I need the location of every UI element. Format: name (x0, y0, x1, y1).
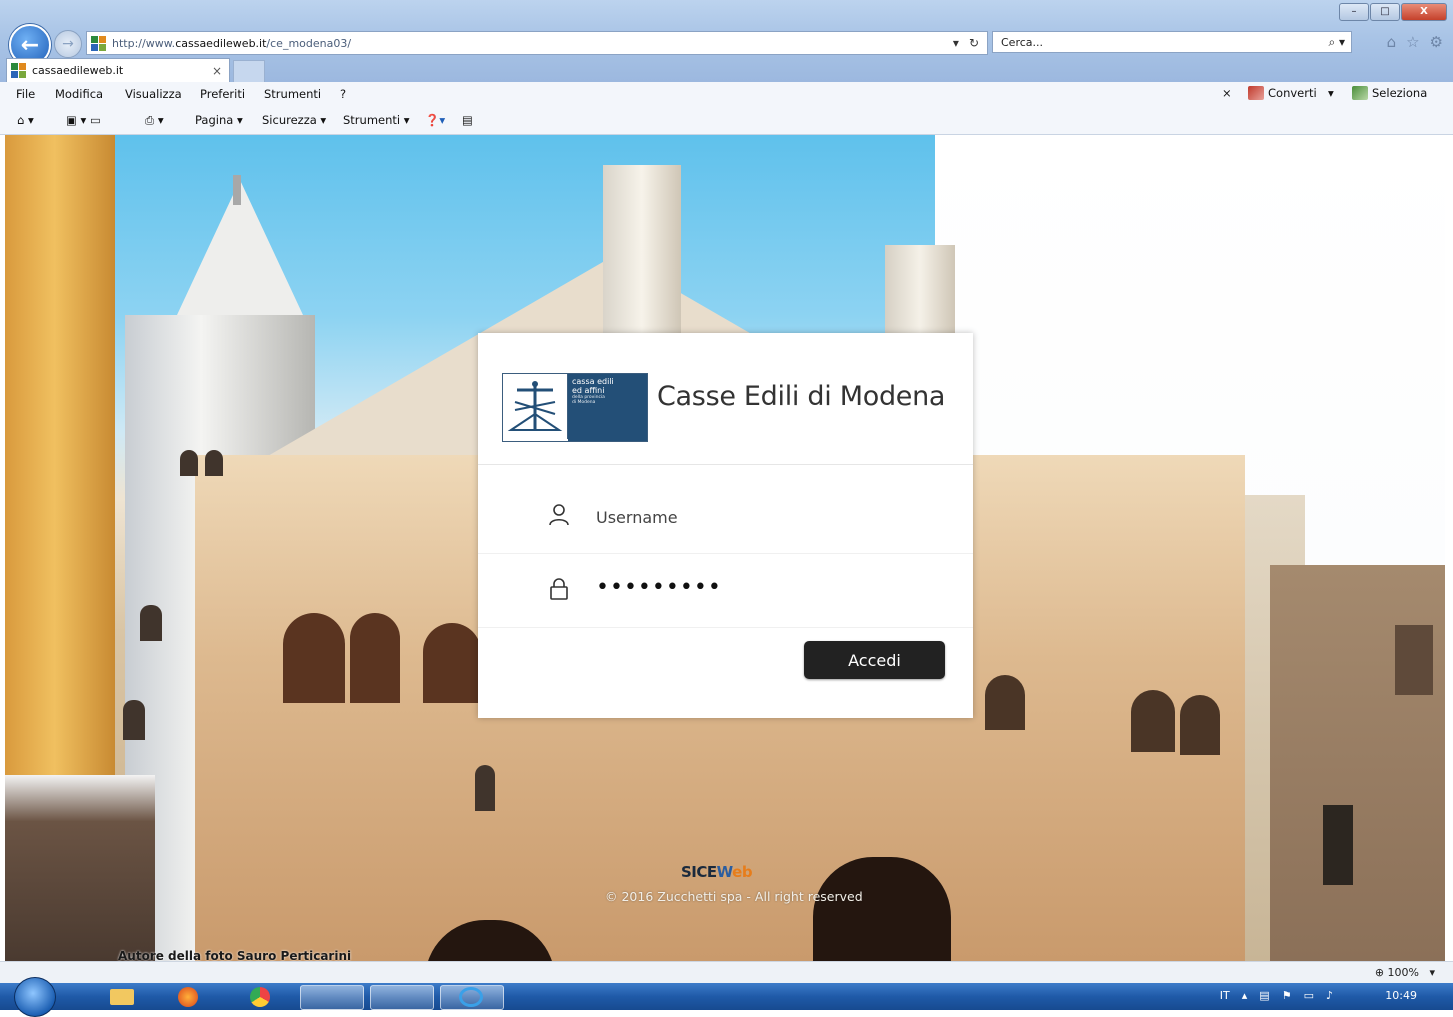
pagina-menu[interactable]: Pagina ▾ (195, 113, 243, 127)
print-icon[interactable]: ⎙ ▾ (145, 113, 164, 128)
select-icon (1352, 86, 1368, 100)
command-bar: ⌂ ▾ ▣ ▾ ▭ ⎙ ▾ Pagina ▾ Sicurezza ▾ Strum… (0, 106, 1453, 135)
tab-title: cassaedileweb.it (32, 64, 124, 77)
chrome-taskbar-icon[interactable] (240, 985, 284, 1008)
app2-taskbar-icon[interactable] (370, 985, 434, 1010)
zoom-icon: ⊕ (1374, 966, 1388, 979)
explorer-taskbar-icon[interactable] (100, 985, 144, 1008)
gear-icon[interactable]: ⚙ (1430, 33, 1443, 51)
clock[interactable]: 10:49 (1385, 989, 1417, 1002)
favorites-star-icon[interactable]: ☆ (1406, 33, 1419, 51)
emblem-icon (503, 374, 568, 439)
sicurezza-menu[interactable]: Sicurezza ▾ (262, 113, 326, 127)
password-field[interactable]: ••••••••• (478, 555, 973, 628)
username-field[interactable]: Username (478, 481, 973, 554)
help-icon[interactable]: ❓▾ (425, 113, 445, 127)
language-indicator[interactable]: IT (1220, 989, 1230, 1002)
menu-file[interactable]: File (16, 87, 35, 101)
home-icon[interactable]: ⌂ (1387, 33, 1397, 51)
login-header: cassa edili ed affini della provincia di… (478, 333, 973, 465)
search-icon[interactable]: ⌕ ▾ (1328, 35, 1345, 50)
zoom-control[interactable]: ⊕ 100% ▾ (1375, 966, 1435, 979)
accedi-button[interactable]: Accedi (804, 641, 945, 679)
browser-tab[interactable]: cassaedileweb.it × (6, 58, 230, 82)
tray-arrow-icon[interactable]: ▴ (1242, 989, 1248, 1002)
converti-button[interactable]: Converti ▾ (1248, 86, 1334, 100)
password-input[interactable]: ••••••••• (596, 575, 722, 600)
menu-visualizza[interactable]: Visualizza (125, 87, 182, 101)
status-bar: ⊕ 100% ▾ (0, 961, 1453, 984)
maximize-button[interactable]: □ (1370, 3, 1400, 21)
new-tab-button[interactable] (233, 60, 265, 83)
start-button[interactable] (14, 977, 56, 1017)
cassa-edile-logo: cassa edili ed affini della provincia di… (502, 373, 648, 442)
strumenti-menu[interactable]: Strumenti ▾ (343, 113, 410, 127)
pdf-convert-icon (1248, 86, 1264, 100)
taskbar: IT ▴ ▤ ⚑ ▭ ♪ 10:49 (0, 977, 1453, 1017)
address-url[interactable]: http://www.cassaedileweb.it/ce_modena03/ (112, 37, 953, 50)
lock-icon (550, 578, 568, 600)
menu-preferiti[interactable]: Preferiti (200, 87, 245, 101)
login-card: cassa edili ed affini della provincia di… (478, 333, 973, 718)
close-tab-icon[interactable]: × (212, 64, 222, 78)
volume-icon[interactable]: ♪ (1326, 989, 1333, 1002)
username-input[interactable]: Username (596, 508, 678, 527)
arrow-left-icon: ← (20, 32, 40, 58)
home-page-icon[interactable]: ⌂ ▾ (17, 113, 34, 127)
search-box[interactable]: Cerca... ⌕ ▾ (992, 31, 1352, 53)
firefox-taskbar-icon[interactable] (168, 985, 212, 1008)
site-favicon-icon (91, 35, 106, 51)
siceweb-logo: SICEWeb (681, 863, 753, 881)
user-icon (549, 504, 569, 526)
browser-titlebar: – □ X ← → http://www.cassaedileweb.it/ce… (0, 0, 1453, 83)
network-icon[interactable]: ▤ (1259, 989, 1269, 1002)
menu-modifica[interactable]: Modifica (55, 87, 103, 101)
login-title: Casse Edili di Modena (657, 381, 946, 412)
menu-bar: File Modifica Visualizza Preferiti Strum… (0, 82, 1453, 107)
seleziona-button[interactable]: Seleziona (1352, 86, 1427, 100)
ie-taskbar-icon[interactable] (440, 985, 504, 1010)
arrow-right-icon: → (62, 36, 74, 52)
copyright-text: © 2016 Zucchetti spa - All right reserve… (605, 889, 863, 904)
refresh-icon[interactable]: ↻ (969, 36, 979, 50)
tab-favicon-icon (11, 63, 26, 78)
window-controls: – □ X (1339, 3, 1447, 21)
research-icon[interactable]: ▤ (462, 113, 473, 127)
close-toolbar-icon[interactable]: × (1222, 86, 1232, 100)
monitor-icon[interactable]: ▭ (1304, 989, 1314, 1002)
chevron-down-icon[interactable]: ▾ (1321, 86, 1334, 100)
dropdown-arrow-icon[interactable]: ▾ (953, 36, 959, 50)
close-window-button[interactable]: X (1401, 3, 1447, 21)
seleziona-label: Seleziona (1372, 86, 1428, 100)
feeds-icon[interactable]: ▣ ▾ ▭ (66, 113, 101, 127)
app-taskbar-icon[interactable] (300, 985, 364, 1010)
flag-icon[interactable]: ⚑ (1282, 989, 1292, 1002)
converti-label: Converti (1268, 86, 1317, 100)
menu-help[interactable]: ? (340, 87, 346, 101)
forward-button[interactable]: → (54, 30, 82, 58)
menu-strumenti[interactable]: Strumenti (264, 87, 321, 101)
address-bar[interactable]: http://www.cassaedileweb.it/ce_modena03/… (86, 31, 988, 55)
minimize-button[interactable]: – (1339, 3, 1369, 21)
search-input[interactable]: Cerca... (1001, 36, 1043, 49)
